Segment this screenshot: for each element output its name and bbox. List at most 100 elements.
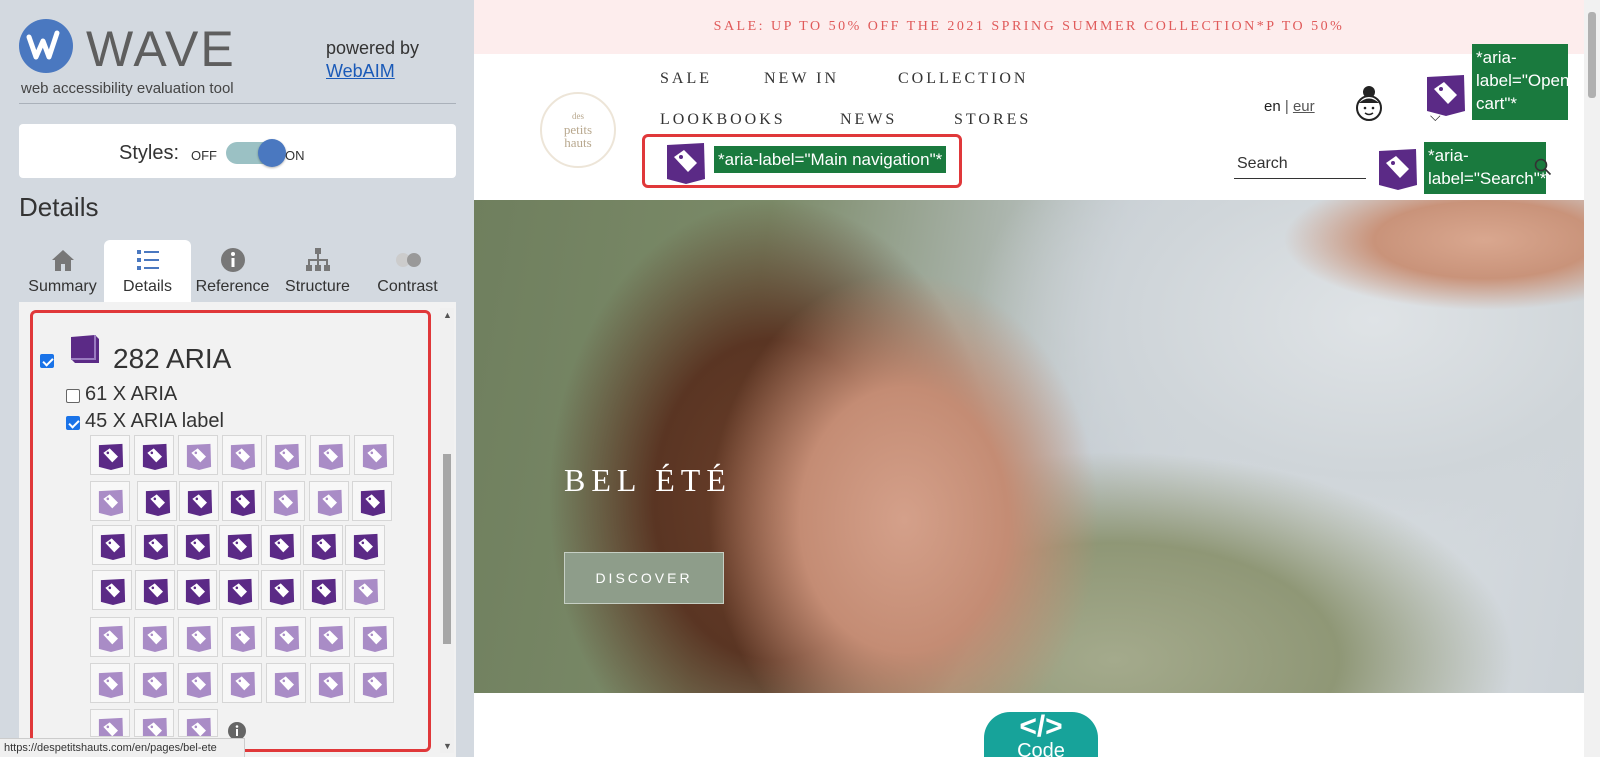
currency-link[interactable]: eur: [1293, 98, 1315, 115]
search-input[interactable]: Search: [1234, 155, 1366, 179]
chevron-down-icon[interactable]: ⌵: [1430, 108, 1441, 125]
aria-label-icon[interactable]: [137, 481, 177, 521]
account-icon[interactable]: [1354, 84, 1384, 124]
code-toggle-button[interactable]: </> Code: [984, 712, 1098, 757]
hero-banner[interactable]: BEL ÉTÉ DISCOVER: [474, 200, 1584, 693]
aria-label-icon[interactable]: [303, 525, 343, 565]
aria-label-icon[interactable]: [178, 663, 218, 703]
aria-item-checkbox[interactable]: [66, 389, 80, 403]
aria-label-icon[interactable]: [219, 525, 259, 565]
nav-sale[interactable]: SALE: [660, 70, 712, 88]
nav-collection[interactable]: COLLECTION: [898, 70, 1028, 88]
aria-book-icon: [71, 335, 99, 363]
nav-stores[interactable]: STORES: [954, 111, 1031, 129]
aria-label-tag-icon[interactable]: [1376, 146, 1420, 190]
aria-label-icon[interactable]: [354, 617, 394, 657]
aria-label-tag-icon: [98, 671, 124, 698]
styles-toggle-switch[interactable]: [226, 139, 286, 167]
aria-label-icon[interactable]: [135, 570, 175, 610]
aria-label-icon[interactable]: [134, 663, 174, 703]
aria-label-icon[interactable]: [222, 435, 262, 475]
aria-group-checkbox[interactable]: [40, 354, 54, 368]
aria-label-icon[interactable]: [222, 481, 262, 521]
aria-label-icon[interactable]: [90, 435, 130, 475]
info-icon: [220, 248, 245, 272]
aria-label-tag-icon: [187, 489, 213, 516]
promo-banner[interactable]: SALE: UP TO 50% OFF THE 2021 SPRING SUMM…: [474, 0, 1584, 54]
search-icon[interactable]: [1534, 158, 1552, 176]
aria-label-checkbox[interactable]: [66, 416, 80, 430]
aria-label-tag-icon: [274, 443, 300, 470]
aria-label-icon[interactable]: [177, 525, 217, 565]
webaim-link[interactable]: WebAIM: [326, 61, 395, 82]
aria-label-icon[interactable]: [92, 570, 132, 610]
aria-label-icon[interactable]: [178, 617, 218, 657]
tab-reference[interactable]: Reference: [189, 240, 276, 302]
aria-label-icon[interactable]: [134, 709, 174, 737]
aria-item-label: 61 X ARIA: [85, 383, 178, 405]
aria-label-tag-icon: [100, 578, 126, 605]
tab-details[interactable]: Details: [104, 240, 191, 302]
aria-label-icon[interactable]: [266, 617, 306, 657]
aria-label-icon[interactable]: [134, 435, 174, 475]
aria-label-icon[interactable]: [90, 663, 130, 703]
aria-label-icon[interactable]: [310, 663, 350, 703]
scroll-down-icon[interactable]: ▼: [443, 741, 452, 751]
aria-label-tag-icon: [143, 578, 169, 605]
aria-label-icon[interactable]: [266, 435, 306, 475]
aria-label-icon[interactable]: [90, 709, 130, 737]
aria-label-icon[interactable]: [222, 617, 262, 657]
aria-label-icon[interactable]: [352, 481, 392, 521]
aria-label-icon[interactable]: [310, 617, 350, 657]
aria-label-icon[interactable]: [90, 481, 130, 521]
site-logo[interactable]: des petits hauts: [540, 92, 616, 168]
aria-label-icon[interactable]: [354, 435, 394, 475]
scroll-thumb[interactable]: [443, 454, 451, 644]
aria-label-icon[interactable]: [261, 570, 301, 610]
aria-label-icon[interactable]: [134, 617, 174, 657]
tab-contrast[interactable]: Contrast: [359, 240, 456, 302]
aria-label-icon[interactable]: [135, 525, 175, 565]
aria-label-tag-icon: [311, 578, 337, 605]
scroll-thumb[interactable]: [1588, 12, 1596, 98]
toggle-knob[interactable]: [258, 139, 286, 167]
discover-button[interactable]: DISCOVER: [564, 552, 724, 604]
aria-label-icon[interactable]: [310, 435, 350, 475]
aria-label-icon[interactable]: [303, 570, 343, 610]
aria-label-icon[interactable]: [178, 435, 218, 475]
aria-label-tag-icon[interactable]: [664, 140, 708, 184]
aria-label-icon[interactable]: [261, 525, 301, 565]
aria-label-tag-icon: [269, 533, 295, 560]
panel-scrollbar[interactable]: ▲ ▼: [440, 308, 454, 753]
aria-label-tag-icon: [98, 717, 123, 736]
aria-label-tag-icon: [230, 489, 256, 516]
aria-label-tag-icon: [311, 533, 337, 560]
aria-label-icon[interactable]: [92, 525, 132, 565]
nav-lookbooks[interactable]: LOOKBOOKS: [660, 111, 786, 129]
lang-en-link[interactable]: en: [1264, 98, 1281, 115]
tab-structure[interactable]: Structure: [274, 240, 361, 302]
nav-news[interactable]: NEWS: [840, 111, 897, 129]
aria-label-icon[interactable]: [266, 663, 306, 703]
aria-label-icon[interactable]: [177, 570, 217, 610]
aria-label-icon[interactable]: [222, 663, 262, 703]
aria-label-icon[interactable]: [309, 481, 349, 521]
aria-label-icon[interactable]: [178, 709, 218, 737]
aria-label-tag-icon: [98, 625, 124, 652]
page-scrollbar[interactable]: [1584, 0, 1600, 757]
aria-label-tag-icon: [100, 533, 126, 560]
aria-label-icon[interactable]: [219, 570, 259, 610]
aria-label-icon[interactable]: [354, 663, 394, 703]
aria-label-tag-icon: [186, 625, 212, 652]
nav-new-in[interactable]: NEW IN: [764, 70, 839, 88]
aria-label-icon[interactable]: [345, 570, 385, 610]
styles-off-label: OFF: [191, 148, 217, 163]
hero-image-detail: [1154, 200, 1584, 320]
wave-sidebar: WAVE web accessibility evaluation tool p…: [0, 0, 474, 757]
aria-label-icon[interactable]: [179, 481, 219, 521]
scroll-up-icon[interactable]: ▲: [443, 310, 452, 320]
aria-label-icon[interactable]: [90, 617, 130, 657]
aria-label-icon[interactable]: [265, 481, 305, 521]
tab-summary[interactable]: Summary: [19, 240, 106, 302]
aria-label-icon[interactable]: [345, 525, 385, 565]
